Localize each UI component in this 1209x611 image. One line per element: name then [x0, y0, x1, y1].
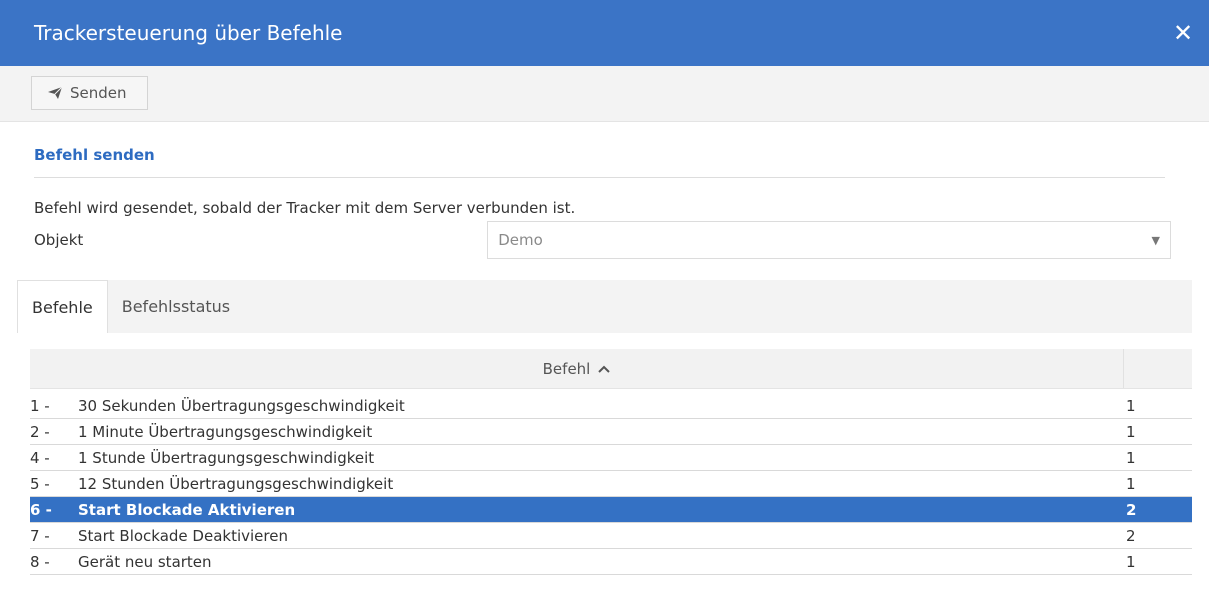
object-select-value: Demo	[498, 231, 543, 249]
row-count: 2	[1126, 500, 1137, 519]
object-label: Objekt	[34, 231, 84, 249]
command-table: Befehl 1 - 30 Sekunden Übertragungsgesch…	[30, 349, 1192, 575]
section-title: Befehl senden	[34, 146, 1165, 178]
table-row-selected[interactable]: 6 - Start Blockade Aktivieren 2	[30, 497, 1192, 523]
column-header-befehl[interactable]: Befehl	[30, 349, 1124, 388]
send-button[interactable]: Senden	[31, 76, 148, 110]
object-field-row: Objekt Demo ▼	[34, 221, 1171, 259]
row-number: 1 -	[30, 396, 50, 415]
table-row[interactable]: 8 - Gerät neu starten 1	[30, 549, 1192, 575]
tab-befehle[interactable]: Befehle	[17, 280, 108, 333]
table-row[interactable]: 5 - 12 Stunden Übertragungsgeschwindigke…	[30, 471, 1192, 497]
table-row[interactable]: 7 - Start Blockade Deaktivieren 2	[30, 523, 1192, 549]
table-row[interactable]: 4 - 1 Stunde Übertragungsgeschwindigkeit…	[30, 445, 1192, 471]
command-dialog: Trackersteuerung über Befehle ✕ Senden B…	[0, 0, 1209, 611]
close-icon[interactable]: ✕	[1169, 19, 1197, 47]
row-number: 4 -	[30, 448, 50, 467]
dialog-titlebar: Trackersteuerung über Befehle ✕	[0, 0, 1209, 66]
row-count: 1	[1126, 552, 1136, 571]
table-body: 1 - 30 Sekunden Übertragungsgeschwindigk…	[30, 393, 1192, 575]
row-command: 12 Stunden Übertragungsgeschwindigkeit	[78, 474, 394, 493]
row-count: 1	[1126, 448, 1136, 467]
table-header: Befehl	[30, 349, 1192, 389]
chevron-up-icon	[598, 365, 611, 373]
row-count: 2	[1126, 526, 1136, 545]
dialog-title: Trackersteuerung über Befehle	[34, 21, 343, 45]
table-row[interactable]: 1 - 30 Sekunden Übertragungsgeschwindigk…	[30, 393, 1192, 419]
tab-befehlsstatus[interactable]: Befehlsstatus	[108, 280, 244, 333]
object-select[interactable]: Demo ▼	[487, 221, 1171, 259]
caret-down-icon: ▼	[1151, 234, 1160, 247]
send-command-section: Befehl senden Befehl wird gesendet, soba…	[0, 146, 1209, 259]
info-text: Befehl wird gesendet, sobald der Tracker…	[34, 199, 576, 217]
row-command: 1 Minute Übertragungsgeschwindigkeit	[78, 422, 373, 441]
paper-plane-icon	[48, 87, 62, 99]
row-number: 8 -	[30, 552, 50, 571]
row-number: 7 -	[30, 526, 50, 545]
row-number: 5 -	[30, 474, 50, 493]
send-button-label: Senden	[70, 84, 127, 102]
row-command: 30 Sekunden Übertragungsgeschwindigkeit	[78, 396, 405, 415]
row-count: 1	[1126, 396, 1136, 415]
toolbar: Senden	[0, 66, 1209, 122]
table-row[interactable]: 2 - 1 Minute Übertragungsgeschwindigkeit…	[30, 419, 1192, 445]
row-count: 1	[1126, 422, 1136, 441]
row-command: Start Blockade Aktivieren	[78, 500, 296, 519]
row-number: 2 -	[30, 422, 50, 441]
row-command: 1 Stunde Übertragungsgeschwindigkeit	[78, 448, 375, 467]
tab-bar: Befehle Befehlsstatus	[17, 280, 1192, 333]
column-header-label: Befehl	[542, 359, 591, 378]
row-count: 1	[1126, 474, 1136, 493]
column-header-count	[1124, 349, 1192, 388]
row-command: Start Blockade Deaktivieren	[78, 526, 288, 545]
row-command: Gerät neu starten	[78, 552, 212, 571]
row-number: 6 -	[30, 500, 52, 519]
